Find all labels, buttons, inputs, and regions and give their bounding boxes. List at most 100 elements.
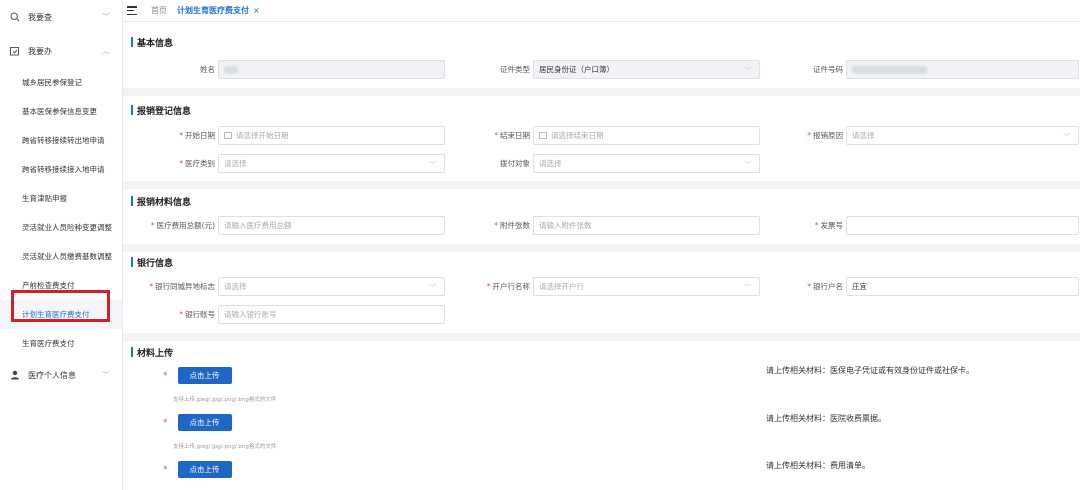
end-date-picker[interactable]: 请选择结束日期: [533, 126, 760, 145]
upload-note-1: 请上传相关材料：医保电子凭证或有效身份证件或社保卡。: [766, 366, 974, 375]
edit-box-icon: [10, 46, 20, 56]
section-title-registration: 报销登记信息: [131, 104, 191, 117]
field-label: 结束日期: [500, 131, 530, 140]
invoice-no-input[interactable]: [846, 216, 1079, 235]
search-icon: [10, 12, 20, 22]
section-divider: [123, 88, 1080, 96]
sidebar-item-label: 灵活就业人员缴费基数调整: [22, 252, 112, 261]
redacted-cert-no: [852, 65, 927, 74]
total-cost-field: * 医疗费用总额(元) 请输入医疗费用总额: [143, 216, 445, 235]
sidebar-item-maternity-allowance[interactable]: 生育津贴申报: [0, 184, 122, 213]
tab-label: 计划生育医疗费支付: [177, 6, 249, 15]
sidebar-item-flexible-base-change[interactable]: 灵活就业人员缴费基数调整: [0, 242, 122, 271]
total-cost-input[interactable]: 请输入医疗费用总额: [218, 216, 445, 235]
section-title-materials: 报销材料信息: [131, 195, 191, 208]
chevron-down-icon: ﹀: [429, 284, 436, 292]
bank-region-select[interactable]: 请选择 ﹀: [218, 277, 445, 296]
cert-no-input[interactable]: [846, 60, 1079, 79]
field-label: 拨付对象: [500, 159, 530, 168]
upload-button[interactable]: 点击上传: [177, 414, 232, 431]
sidebar-item-label: 跨省转移接续接入地申请: [22, 165, 105, 174]
menu-toggle-icon[interactable]: [127, 6, 137, 15]
section-divider: [123, 244, 1080, 252]
chevron-down-icon: ﹀: [102, 13, 110, 21]
cert-type-value: 居民身份证（户口簿）: [539, 65, 614, 74]
attach-count-input[interactable]: 请输入附件张数: [533, 216, 760, 235]
app: 我要查 ﹀ 我要办 ︿ 城乡居民参保登记 基本医保参保信息变更 跨省转移接续转出…: [0, 0, 1080, 490]
sidebar-group-handle[interactable]: 我要办 ︿: [0, 34, 122, 68]
placeholder: 请选择: [852, 131, 875, 140]
upload-hint: 支持上传.jpeg/.jpg/.png/.bng格式的文件: [173, 397, 277, 403]
bank-region-field: * 银行同城异地标志 请选择 ﹀: [138, 277, 445, 296]
sidebar-item-label: 基本医保参保信息变更: [22, 107, 97, 116]
pay-target-select[interactable]: 请选择 ﹀: [533, 154, 760, 173]
bank-account-field: * 银行账号 请输入银行账号: [163, 305, 445, 324]
redacted-name: [224, 65, 238, 74]
topbar: 首页 计划生育医疗费支付 ×: [123, 0, 1080, 22]
placeholder: 请选择开户行: [539, 282, 584, 291]
sidebar-item-resident-enroll[interactable]: 城乡居民参保登记: [0, 68, 122, 97]
field-label: 银行户名: [813, 282, 843, 291]
user-icon: [10, 370, 20, 380]
med-type-select[interactable]: 请选择 ﹀: [218, 154, 445, 173]
calendar-icon: [224, 132, 232, 139]
bank-holder-input[interactable]: 庄宜: [846, 277, 1079, 296]
field-label: 银行账号: [185, 310, 215, 319]
field-label: 证件类型: [500, 65, 530, 74]
bank-branch-select[interactable]: 请选择开户行 ﹀: [533, 277, 760, 296]
field-label: 证件号码: [813, 65, 843, 74]
field-label: 附件张数: [500, 221, 530, 230]
end-date-field: * 结束日期 请选择结束日期: [473, 126, 760, 145]
start-date-picker[interactable]: 请选择开始日期: [218, 126, 445, 145]
sidebar-group-label: 我要查: [28, 12, 52, 22]
sidebar-item-label: 生育津贴申报: [22, 194, 67, 203]
bank-holder-field: * 银行户名 庄宜: [778, 277, 1079, 296]
sidebar-item-flexible-type-change[interactable]: 灵活就业人员险种变更调整: [0, 213, 122, 242]
bank-branch-field: * 开户行名称 请选择开户行 ﹀: [473, 277, 760, 296]
tab-family-planning-payment[interactable]: 计划生育医疗费支付 ×: [177, 5, 260, 16]
reason-select[interactable]: 请选择 ﹀: [846, 126, 1079, 145]
bank-account-input[interactable]: 请输入银行账号: [218, 305, 445, 324]
close-icon[interactable]: ×: [253, 6, 260, 15]
name-input[interactable]: [218, 60, 445, 79]
upload-row-3: * 点击上传: [163, 461, 232, 478]
placeholder: 请输入医疗费用总额: [224, 221, 292, 230]
cert-type-field: 证件类型 居民身份证（户口簿） ﹀: [473, 60, 760, 79]
sidebar-group-label: 我要办: [28, 46, 52, 56]
placeholder: 请选择: [539, 159, 562, 168]
placeholder: 请选择: [224, 159, 247, 168]
section-divider: [123, 181, 1080, 189]
placeholder: 请选择结束日期: [551, 131, 604, 140]
chevron-up-icon: ︿: [102, 47, 110, 55]
cert-type-select[interactable]: 居民身份证（户口簿） ﹀: [533, 60, 760, 79]
sidebar-group-personal[interactable]: 医疗个人信息 ﹀: [0, 358, 122, 392]
upload-button[interactable]: 点击上传: [177, 461, 232, 478]
tab-home[interactable]: 首页: [151, 5, 167, 16]
placeholder: 请选择: [224, 282, 247, 291]
field-label: 开户行名称: [492, 282, 531, 291]
sidebar-item-insurance-change[interactable]: 基本医保参保信息变更: [0, 97, 122, 126]
sidebar-item-transfer-out[interactable]: 跨省转移接续转出地申请: [0, 126, 122, 155]
upload-hint: 支持上传.jpeg/.jpg/.png/.bng格式的文件: [173, 444, 277, 450]
upload-note-2: 请上传相关材料：医院收费票据。: [766, 414, 886, 423]
field-label: 银行同城异地标志: [155, 282, 215, 291]
placeholder: 请输入附件张数: [539, 221, 592, 230]
sidebar-group-label: 医疗个人信息: [28, 370, 76, 380]
section-title-basic: 基本信息: [131, 36, 173, 49]
chevron-down-icon: ﹀: [744, 284, 751, 292]
reason-field: * 报销原因 请选择 ﹀: [778, 126, 1079, 145]
chevron-down-icon: ﹀: [744, 67, 751, 75]
sidebar-item-label: 跨省转移接续转出地申请: [22, 136, 105, 145]
attach-count-field: * 附件张数 请输入附件张数: [473, 216, 760, 235]
field-label: 医疗类别: [185, 159, 215, 168]
sidebar-item-maternity-medical-payment[interactable]: 生育医疗费支付: [0, 329, 122, 358]
cert-no-field: 证件号码: [778, 60, 1079, 79]
upload-button[interactable]: 点击上传: [177, 367, 232, 384]
sidebar-item-transfer-in[interactable]: 跨省转移接续接入地申请: [0, 155, 122, 184]
field-label: 报销原因: [813, 131, 843, 140]
placeholder: 请输入银行账号: [224, 310, 277, 319]
sidebar-group-query[interactable]: 我要查 ﹀: [0, 0, 122, 34]
field-label: 医疗费用总额(元): [156, 221, 215, 230]
field-label: 姓名: [200, 65, 215, 74]
name-field: 姓名: [163, 60, 445, 79]
